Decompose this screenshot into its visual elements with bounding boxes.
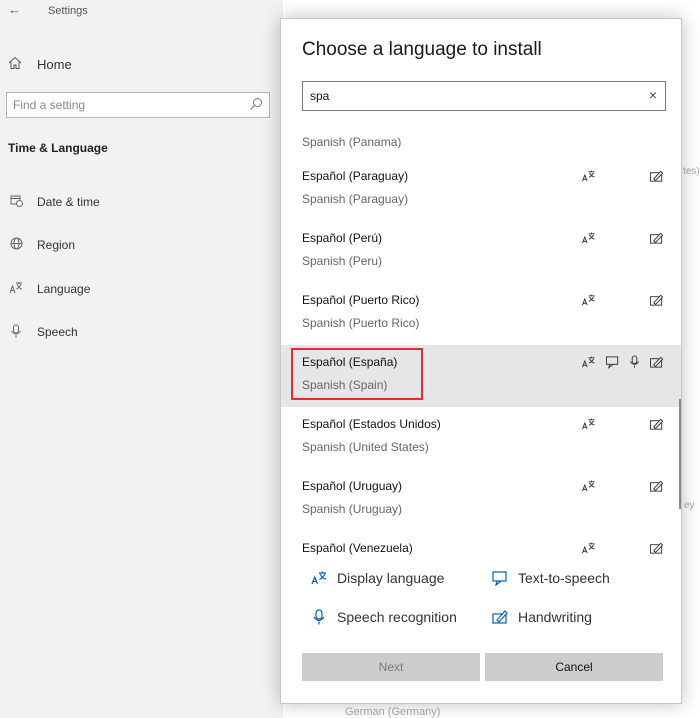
display-language-icon bbox=[582, 480, 595, 492]
legend-label: Display language bbox=[337, 570, 445, 586]
language-native-name: Español (Paraguay) bbox=[302, 169, 409, 183]
language-native-name: Español (España) bbox=[302, 355, 398, 369]
legend-label: Speech recognition bbox=[337, 609, 457, 625]
legend-label: Text-to-speech bbox=[518, 570, 610, 586]
language-english-name: Spanish (Uruguay) bbox=[302, 502, 403, 516]
microphone-icon bbox=[8, 324, 24, 341]
nav-item-label: Language bbox=[37, 282, 91, 296]
speech-recognition-icon bbox=[629, 355, 640, 368]
language-english-name: Spanish (Peru) bbox=[302, 254, 383, 268]
display-language-icon bbox=[582, 418, 595, 430]
app-title: Settings bbox=[48, 5, 88, 17]
language-list-item-partial[interactable]: Spanish (Panama) bbox=[281, 135, 681, 155]
nav-item-date-time[interactable]: Date & time bbox=[8, 192, 100, 212]
language-list-item[interactable]: Español (Uruguay) Spanish (Uruguay) bbox=[281, 469, 681, 531]
display-language-icon bbox=[582, 542, 595, 554]
language-english-name: Spanish (Paraguay) bbox=[302, 192, 409, 206]
language-list-item[interactable]: Español (España) Spanish (Spain) bbox=[281, 345, 681, 407]
language-list-item[interactable]: Español (Estados Unidos) Spanish (United … bbox=[281, 407, 681, 469]
display-language-icon bbox=[582, 356, 595, 368]
background-text: ey bbox=[684, 500, 695, 511]
legend-handwriting: Handwriting bbox=[492, 607, 592, 627]
language-list-item[interactable]: Español (Perú) Spanish (Peru) bbox=[281, 221, 681, 283]
handwriting-icon bbox=[649, 356, 664, 368]
handwriting-icon bbox=[649, 294, 664, 306]
display-language-icon bbox=[582, 232, 595, 244]
language-list-item[interactable]: Español (Puerto Rico) Spanish (Puerto Ric… bbox=[281, 283, 681, 345]
nav-item-speech[interactable]: Speech bbox=[8, 322, 78, 342]
nav-item-label: Speech bbox=[37, 325, 78, 339]
nav-item-region[interactable]: Region bbox=[8, 235, 75, 255]
legend-text-to-speech: Text-to-speech bbox=[492, 568, 610, 588]
language-search-input[interactable] bbox=[303, 82, 637, 110]
home-icon bbox=[8, 56, 24, 73]
legend-label: Handwriting bbox=[518, 609, 592, 625]
language-list-item[interactable]: Español (Venezuela) bbox=[281, 531, 681, 557]
section-title: Time & Language bbox=[8, 141, 108, 155]
find-setting-input[interactable] bbox=[7, 93, 239, 117]
language-search-box[interactable]: × bbox=[302, 81, 666, 111]
language-english-name: Spanish (Spain) bbox=[302, 378, 388, 392]
legend-display-language: Display language bbox=[311, 568, 444, 588]
background-language-item: German (Germany) bbox=[345, 706, 441, 718]
handwriting-icon bbox=[649, 418, 664, 430]
dialog-title: Choose a language to install bbox=[302, 39, 542, 60]
feature-legend: Display language Text-to-speech Speech r… bbox=[281, 559, 681, 639]
handwriting-icon bbox=[649, 542, 664, 554]
find-setting-box[interactable] bbox=[6, 92, 270, 118]
globe-icon bbox=[8, 237, 24, 253]
handwriting-icon bbox=[649, 232, 664, 244]
nav-home-label: Home bbox=[37, 56, 72, 72]
back-arrow-icon[interactable]: ← bbox=[8, 2, 21, 17]
language-native-name: Español (Perú) bbox=[302, 231, 383, 245]
language-native-name: Español (Estados Unidos) bbox=[302, 417, 441, 431]
clear-search-button[interactable]: × bbox=[649, 87, 657, 103]
handwriting-icon bbox=[649, 170, 664, 182]
language-icon bbox=[8, 281, 24, 297]
language-english-name: Spanish (United States) bbox=[302, 440, 429, 454]
handwriting-icon bbox=[492, 610, 508, 624]
search-icon bbox=[250, 98, 262, 110]
settings-nav-pane: ← Settings Home Time & Language Date & t… bbox=[0, 0, 283, 718]
language-native-name: Español (Puerto Rico) bbox=[302, 293, 420, 307]
text-to-speech-icon bbox=[605, 356, 619, 369]
handwriting-icon bbox=[649, 480, 664, 492]
language-native-name: Español (Uruguay) bbox=[302, 479, 403, 493]
microphone-icon bbox=[313, 609, 325, 625]
language-english-name: Spanish (Panama) bbox=[302, 135, 402, 149]
cancel-button[interactable]: Cancel bbox=[485, 653, 663, 681]
language-native-name: Español (Venezuela) bbox=[302, 541, 413, 555]
text-to-speech-icon bbox=[492, 571, 507, 586]
nav-item-language[interactable]: Language bbox=[8, 279, 90, 299]
nav-home[interactable]: Home bbox=[8, 54, 72, 74]
calendar-clock-icon bbox=[8, 194, 24, 210]
language-list[interactable]: Spanish (Panama) Español (Paraguay) Spani… bbox=[281, 127, 681, 557]
language-list-item[interactable]: Español (Paraguay) Spanish (Paraguay) bbox=[281, 159, 681, 221]
nav-item-label: Region bbox=[37, 238, 76, 252]
display-language-icon bbox=[311, 571, 327, 585]
language-english-name: Spanish (Puerto Rico) bbox=[302, 316, 420, 330]
display-language-icon bbox=[582, 170, 595, 182]
background-text: tes) bbox=[683, 166, 700, 177]
scrollbar[interactable] bbox=[679, 399, 681, 509]
choose-language-dialog: Choose a language to install × Spanish (… bbox=[280, 18, 682, 704]
legend-speech-recognition: Speech recognition bbox=[311, 607, 457, 627]
nav-item-label: Date & time bbox=[37, 195, 100, 209]
next-button[interactable]: Next bbox=[302, 653, 480, 681]
display-language-icon bbox=[582, 294, 595, 306]
